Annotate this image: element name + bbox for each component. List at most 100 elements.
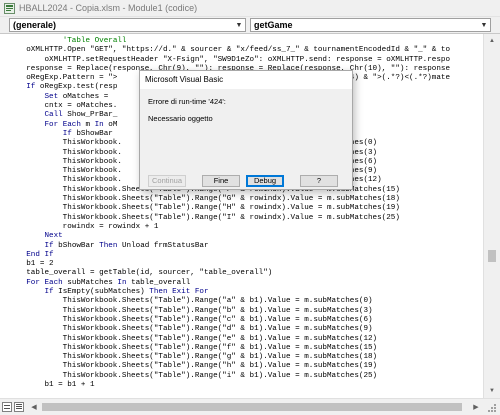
dialog-title: Microsoft Visual Basic bbox=[145, 75, 224, 84]
code-text: table_overall bbox=[126, 278, 191, 287]
code-text: oM bbox=[103, 120, 118, 129]
code-text: ThisWorkbook.Sheets("Table").Range("b" &… bbox=[8, 306, 373, 315]
scroll-right-arrow-icon[interactable]: ▶ bbox=[470, 401, 482, 413]
full-module-view-button[interactable] bbox=[14, 402, 24, 412]
continue-button: Continua bbox=[148, 175, 186, 187]
code-line: ThisWorkbook.Sheets("Table").Range("G" &… bbox=[8, 195, 450, 204]
procedure-view-icon bbox=[4, 405, 10, 409]
code-line: ThisWorkbook.Sheets("Table").Range("H" &… bbox=[8, 204, 450, 213]
scroll-up-arrow-icon[interactable]: ▲ bbox=[484, 34, 500, 48]
code-line: For Each subMatches In table_overall bbox=[8, 279, 450, 288]
vertical-scroll-thumb[interactable] bbox=[488, 250, 496, 262]
code-line: ThisWorkbook.Sheets("Table").Range("g" &… bbox=[8, 353, 450, 362]
horizontal-scrollbar[interactable]: ◀ ▶ bbox=[0, 398, 500, 415]
code-line: oXMLHTTP.setRequestHeader "X-Fsign", "SW… bbox=[8, 56, 450, 65]
code-keyword: If bbox=[26, 83, 36, 92]
window-title: HBALL2024 - Copia.xlsm - Module1 (codice… bbox=[19, 3, 198, 13]
code-text: bShowBar bbox=[71, 129, 113, 138]
dialog-body: Errore di run-time '424': Necessario ogg… bbox=[140, 89, 352, 189]
vertical-scrollbar[interactable]: ▲ ▼ bbox=[483, 34, 500, 398]
dialog-title-bar[interactable]: Microsoft Visual Basic bbox=[140, 71, 352, 89]
code-text: bShowBar bbox=[53, 241, 100, 250]
object-dropdown[interactable]: (generale) ▼ bbox=[9, 18, 246, 32]
chevron-down-icon[interactable]: ▼ bbox=[478, 19, 490, 31]
chevron-down-icon[interactable]: ▼ bbox=[233, 19, 245, 31]
full-module-view-icon bbox=[16, 404, 22, 409]
code-keyword: In bbox=[94, 120, 104, 129]
code-text: table_overall = getTable(id, sourcer, "t… bbox=[8, 269, 273, 278]
vba-editor-icon bbox=[4, 3, 15, 14]
code-text: rowindx = rowindx + 1 bbox=[8, 222, 159, 231]
code-line: ThisWorkbook.Sheets("Table").Range("d" &… bbox=[8, 325, 450, 334]
code-text: ThisWorkbook.Sheets("Table").Range("e" &… bbox=[8, 334, 378, 343]
end-button[interactable]: Fine bbox=[202, 175, 240, 187]
code-text: ThisWorkbook.Sheets("Table").Range("I" &… bbox=[8, 213, 400, 222]
code-text: oXMLHTTP.Open "GET", "https://d." & sour… bbox=[8, 46, 451, 55]
code-keyword: If bbox=[44, 241, 54, 250]
code-text: oXMLHTTP.setRequestHeader "X-Fsign", "SW… bbox=[8, 55, 451, 64]
help-button[interactable]: ? bbox=[300, 175, 338, 187]
code-line: ThisWorkbook.Sheets("Table").Range("h" &… bbox=[8, 362, 450, 371]
title-bar: HBALL2024 - Copia.xlsm - Module1 (codice… bbox=[0, 0, 500, 17]
scroll-left-arrow-icon[interactable]: ◀ bbox=[28, 401, 40, 413]
resize-grip-icon[interactable] bbox=[486, 402, 497, 413]
code-text: ThisWorkbook.Sheets("Table").Range("c" &… bbox=[8, 315, 373, 324]
procedure-dropdown[interactable]: getGame ▼ bbox=[250, 18, 491, 32]
code-text: subMatches bbox=[62, 278, 118, 287]
debug-button[interactable]: Debug bbox=[246, 175, 284, 187]
code-text: Unload frmStatusBar bbox=[117, 241, 209, 250]
code-text: ThisWorkbook.Sheets("Table").Range("G" &… bbox=[8, 195, 400, 204]
code-text: ThisWorkbook.Sheets("Table").Range("i" &… bbox=[8, 371, 378, 380]
code-line: ThisWorkbook.Sheets("Table").Range("c" &… bbox=[8, 316, 450, 325]
code-line: rowindx = rowindx + 1 bbox=[8, 223, 450, 232]
code-line: If bShowBar Then Unload frmStatusBar bbox=[8, 242, 450, 251]
code-keyword: In bbox=[117, 278, 127, 287]
code-line: ThisWorkbook.Sheets("Table").Range("I" &… bbox=[8, 214, 450, 223]
code-text: oRegExp.test(resp bbox=[35, 83, 118, 92]
code-line: ThisWorkbook.Sheets("Table").Range("e" &… bbox=[8, 335, 450, 344]
code-line: ThisWorkbook.Sheets("Table").Range("f" &… bbox=[8, 344, 450, 353]
scroll-down-arrow-icon[interactable]: ▼ bbox=[484, 384, 500, 398]
code-text: ThisWorkbook.Sheets("Table").Range("h" &… bbox=[8, 362, 378, 371]
code-keyword: Then Exit For bbox=[149, 288, 209, 297]
code-text: ThisWorkbook.Sheets("Table").Range("g" &… bbox=[8, 353, 378, 362]
code-text: IsEmpty(subMatches) bbox=[53, 288, 150, 297]
code-keyword: If bbox=[62, 129, 72, 138]
horizontal-scroll-thumb[interactable] bbox=[42, 403, 462, 411]
code-line: Next bbox=[8, 232, 450, 241]
code-keyword: For Each bbox=[26, 278, 63, 287]
code-keyword: Next bbox=[44, 232, 63, 241]
code-line: ThisWorkbook.Sheets("Table").Range("a" &… bbox=[8, 297, 450, 306]
code-window-toolbar: (generale) ▼ getGame ▼ bbox=[0, 17, 500, 34]
procedure-view-button[interactable] bbox=[2, 402, 12, 412]
code-line: End If bbox=[8, 251, 450, 260]
code-text: m bbox=[80, 120, 95, 129]
code-keyword: End If bbox=[26, 250, 54, 259]
code-comment: 'Table Overall bbox=[62, 37, 127, 45]
code-line: oXMLHTTP.Open "GET", "https://d." & sour… bbox=[8, 46, 450, 55]
code-line: ThisWorkbook.Sheets("Table").Range("b" &… bbox=[8, 307, 450, 316]
code-keyword: If bbox=[44, 288, 54, 297]
code-keyword: Call bbox=[44, 111, 63, 120]
code-text: b1 = 2 bbox=[8, 260, 54, 269]
code-text: ThisWorkbook.Sheets("Table").Range("H" &… bbox=[8, 204, 400, 213]
code-text: ThisWorkbook.Sheets("Table").Range("a" &… bbox=[8, 297, 373, 306]
code-line: If IsEmpty(subMatches) Then Exit For bbox=[8, 288, 450, 297]
code-text: ThisWorkbook.Sheets("Table").Range("d" &… bbox=[8, 325, 373, 334]
runtime-error-dialog: Microsoft Visual Basic Errore di run-tim… bbox=[139, 70, 353, 190]
code-text: ThisWorkbook.Sheets("Table").Range("f" &… bbox=[8, 343, 378, 352]
object-dropdown-value: (generale) bbox=[13, 20, 57, 30]
code-text: cntx = oMatches. bbox=[8, 102, 118, 111]
error-message: Necessario oggetto bbox=[148, 114, 213, 123]
